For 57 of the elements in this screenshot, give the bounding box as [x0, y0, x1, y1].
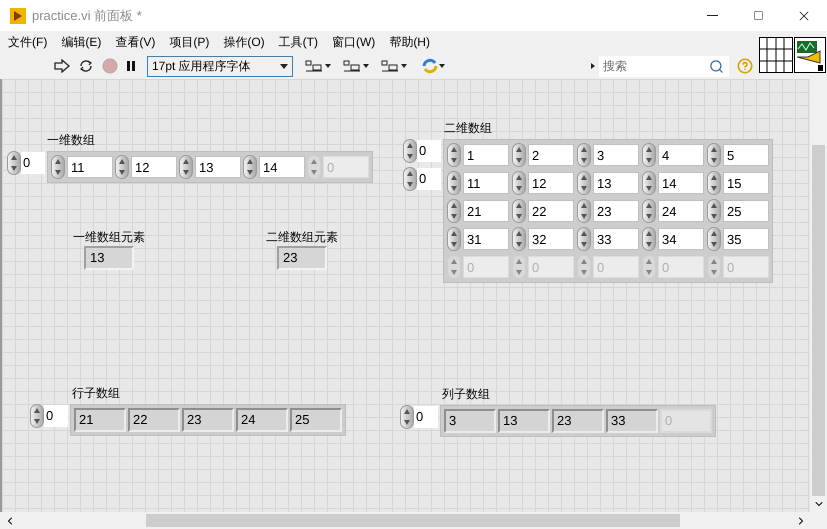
numeric-indicator: 23 — [182, 408, 234, 432]
index-field[interactable]: 0 — [417, 140, 441, 162]
menu-item[interactable]: 工具(T) — [274, 33, 323, 51]
menu-item[interactable]: 窗口(W) — [326, 33, 380, 51]
numeric-field[interactable]: 25 — [723, 200, 769, 222]
numeric-field[interactable]: 24 — [658, 200, 704, 222]
control-label: 一维数组元素 — [73, 229, 145, 246]
numeric-field[interactable]: 14 — [259, 156, 305, 178]
numeric-indicator: 23 — [277, 246, 327, 270]
control-label: 行子数组 — [72, 385, 121, 402]
menu-item[interactable]: 操作(O) — [218, 33, 270, 51]
numeric-field[interactable]: 2 — [528, 144, 574, 166]
numeric-indicator: 33 — [606, 409, 658, 433]
numeric-field[interactable]: 32 — [528, 228, 574, 250]
window-title: practice.vi 前面板 * — [32, 6, 142, 25]
numeric-field[interactable]: 11 — [463, 172, 509, 194]
index-field[interactable]: 0 — [44, 405, 68, 427]
numeric-field[interactable]: 13 — [593, 172, 639, 194]
menu-item[interactable]: 编辑(E) — [56, 33, 106, 51]
menu-item[interactable]: 项目(P) — [164, 33, 214, 51]
numeric-field[interactable]: 14 — [658, 172, 704, 194]
numeric-field[interactable]: 15 — [723, 172, 769, 194]
numeric-indicator: 24 — [236, 408, 288, 432]
numeric-field[interactable]: 12 — [528, 172, 574, 194]
numeric-indicator: 23 — [552, 409, 604, 433]
numeric-field[interactable]: 21 — [463, 200, 509, 222]
font-dropdown[interactable]: 17pt 应用程序字体 — [147, 56, 293, 76]
numeric-field[interactable]: 35 — [723, 228, 769, 250]
numeric-field[interactable]: 3 — [593, 144, 639, 166]
numeric-field[interactable]: 13 — [195, 156, 241, 178]
numeric-field[interactable]: 33 — [593, 228, 639, 250]
numeric-indicator: 13 — [84, 246, 134, 270]
menu-item[interactable]: 查看(V) — [110, 33, 160, 51]
menu-item[interactable]: 文件(F) — [3, 33, 52, 51]
control-label: 列子数组 — [442, 386, 491, 403]
numeric-indicator: 13 — [498, 409, 550, 433]
numeric-field[interactable]: 34 — [658, 228, 704, 250]
numeric-field[interactable]: 31 — [463, 228, 509, 250]
numeric-field[interactable]: 1 — [463, 144, 509, 166]
index-field[interactable]: 0 — [21, 152, 45, 174]
numeric-field[interactable]: 22 — [528, 200, 574, 222]
numeric-field[interactable]: 23 — [593, 200, 639, 222]
numeric-indicator: 3 — [444, 409, 496, 433]
control-label: 一维数组 — [47, 132, 96, 149]
index-field[interactable]: 0 — [414, 406, 438, 428]
numeric-field[interactable]: 12 — [131, 156, 177, 178]
index-field[interactable]: 0 — [417, 168, 441, 190]
numeric-indicator: 22 — [128, 408, 180, 432]
numeric-indicator: 25 — [290, 408, 342, 432]
control-label: 二维数组 — [444, 120, 493, 137]
numeric-field[interactable]: 4 — [658, 144, 704, 166]
numeric-field[interactable]: 11 — [67, 156, 113, 178]
control-label: 二维数组元素 — [266, 229, 338, 246]
search-field[interactable]: 搜索 — [599, 56, 729, 76]
menu-item[interactable]: 帮助(H) — [384, 33, 435, 51]
numeric-indicator: 21 — [74, 408, 126, 432]
numeric-field[interactable]: 5 — [723, 144, 769, 166]
